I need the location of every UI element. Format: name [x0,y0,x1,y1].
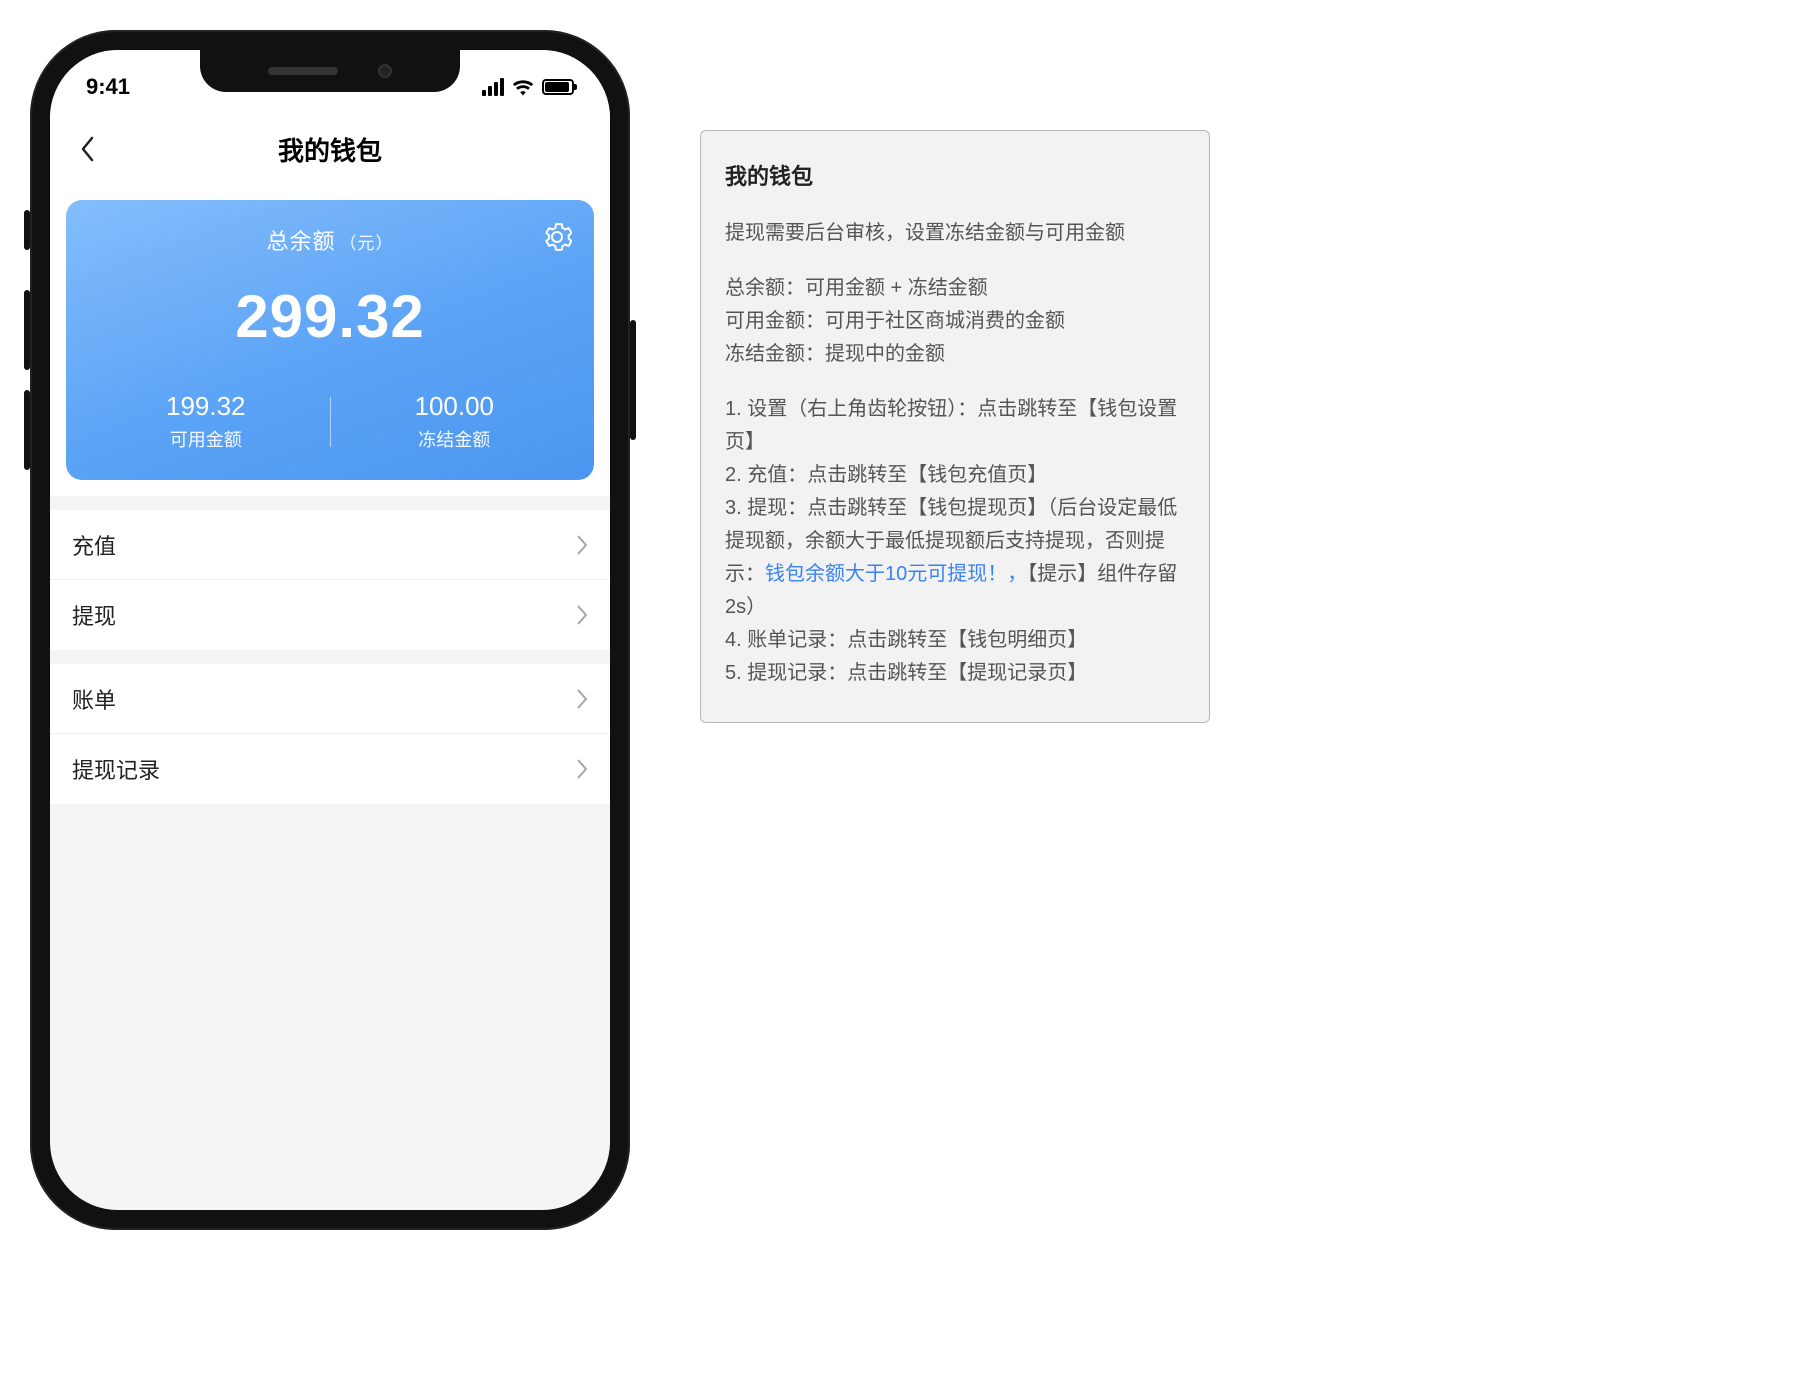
annotation-link: 钱包余额大于10元可提现！， [765,563,1027,585]
status-time: 9:41 [86,74,130,100]
menu-group-1: 充值 提现 [50,510,610,650]
phone-screen: 9:41 我的钱包 总余额 （元） [50,50,610,1210]
frozen-balance-col: 100.00 冻结金额 [331,391,579,452]
annotation-step-5: 5. 提现记录：点击跳转至【提现记录页】 [725,657,1185,690]
gear-icon [542,222,572,252]
phone-side-button [24,290,30,370]
balance-card: 总余额 （元） 299.32 199.32 可用金额 100.00 冻结金额 [66,200,594,480]
menu-withdraw[interactable]: 提现 [50,580,610,650]
menu-label: 提现记录 [72,753,160,785]
menu-label: 充值 [72,529,116,561]
phone-side-button [24,210,30,250]
total-balance: 299.32 [82,282,578,351]
frozen-label: 冻结金额 [331,426,579,452]
menu-group-2: 账单 提现记录 [50,664,610,804]
back-button[interactable] [72,134,102,164]
annotation-def-total: 总余额：可用金额 + 冻结金额 [725,272,1185,305]
menu-recharge[interactable]: 充值 [50,510,610,580]
phone-frame: 9:41 我的钱包 总余额 （元） [30,30,630,1230]
annotation-step-4: 4. 账单记录：点击跳转至【钱包明细页】 [725,624,1185,657]
earpiece [268,67,338,75]
annotation-def-frozen: 冻结金额：提现中的金额 [725,338,1185,371]
chevron-right-icon [576,688,588,710]
menu-withdraw-record[interactable]: 提现记录 [50,734,610,804]
balance-title-row: 总余额 （元） [82,224,578,256]
cellular-icon [482,78,504,96]
phone-notch [200,50,460,92]
annotation-step-2: 2. 充值：点击跳转至【钱包充值页】 [725,459,1185,492]
annotation-steps: 1. 设置（右上角齿轮按钮）：点击跳转至【钱包设置页】 2. 充值：点击跳转至【… [725,393,1185,690]
battery-icon [542,79,574,95]
annotation-heading: 我的钱包 [725,159,1185,195]
phone-side-button [630,320,636,440]
annotation-panel: 我的钱包 提现需要后台审核，设置冻结金额与可用金额 总余额：可用金额 + 冻结金… [700,130,1210,723]
frozen-amount: 100.00 [331,391,579,422]
section-gap [50,496,610,510]
section-gap [50,650,610,664]
chevron-right-icon [576,534,588,556]
phone-side-button [24,390,30,470]
wifi-icon [512,79,534,95]
chevron-right-icon [576,604,588,626]
menu-bill[interactable]: 账单 [50,664,610,734]
balance-title: 总余额 [266,229,335,254]
balance-section: 总余额 （元） 299.32 199.32 可用金额 100.00 冻结金额 [50,184,610,496]
settings-button[interactable] [542,222,572,252]
menu-label: 账单 [72,683,116,715]
chevron-right-icon [576,758,588,780]
balance-breakdown: 199.32 可用金额 100.00 冻结金额 [82,391,578,452]
menu-label: 提现 [72,599,116,631]
annotation-step-1: 1. 设置（右上角齿轮按钮）：点击跳转至【钱包设置页】 [725,393,1185,459]
navigation-bar: 我的钱包 [50,114,610,184]
balance-title-suffix: （元） [340,234,394,253]
page-title: 我的钱包 [278,131,382,168]
annotation-step-3: 3. 提现：点击跳转至【钱包提现页】（后台设定最低提现额，余额大于最低提现额后支… [725,492,1185,624]
front-camera [378,64,392,78]
available-amount: 199.32 [82,391,330,422]
annotation-intro: 提现需要后台审核，设置冻结金额与可用金额 [725,217,1185,250]
available-balance-col: 199.32 可用金额 [82,391,330,452]
available-label: 可用金额 [82,426,330,452]
annotation-definitions: 总余额：可用金额 + 冻结金额 可用金额：可用于社区商城消费的金额 冻结金额：提… [725,272,1185,371]
annotation-def-available: 可用金额：可用于社区商城消费的金额 [725,305,1185,338]
status-indicators [482,78,574,96]
